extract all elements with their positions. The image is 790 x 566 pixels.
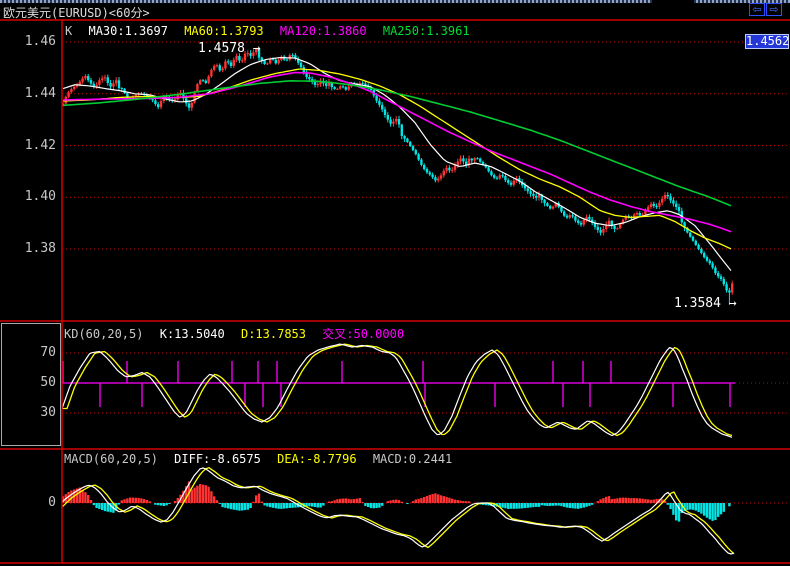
ma30-value: MA30:1.3697: [88, 24, 167, 38]
ma60-value: MA60:1.3793: [184, 24, 263, 38]
macd-hist-value: MACD:0.2441: [373, 452, 452, 466]
ma-header: K MA30:1.3697 MA60:1.3793 MA120:1.3860 M…: [65, 24, 479, 38]
kd-plot: [62, 344, 790, 437]
macd-plot: [62, 468, 790, 554]
chart-canvas[interactable]: [0, 0, 790, 566]
current-price-badge: 1.4562: [745, 34, 789, 49]
ma-lines: [63, 58, 731, 271]
price-tick-1.42: 1.42: [0, 138, 56, 153]
ma250-value: MA250:1.3961: [383, 24, 470, 38]
macd-dea-value: DEA:-8.7796: [277, 452, 356, 466]
trading-app-window: 欧元美元(EURUSD)<60分> ⇦ ⇨ K MA30:1.3697 MA60…: [0, 0, 790, 566]
price-tick-1.46: 1.46: [0, 34, 56, 49]
kd-tick-50: 50: [0, 375, 56, 390]
low-price-annotation: 1.3584 →: [674, 296, 737, 311]
kd-tick-70: 70: [0, 345, 56, 360]
ma120-value: MA120:1.3860: [280, 24, 367, 38]
kline-label: K: [65, 24, 72, 38]
price-tick-1.44: 1.44: [0, 86, 56, 101]
macd-name: MACD(60,20,5): [64, 452, 158, 466]
kd-d-value: D:13.7853: [241, 327, 306, 341]
price-tick-1.38: 1.38: [0, 241, 56, 256]
kd-tick-30: 30: [0, 405, 56, 420]
macd-tick-zero: 0: [0, 495, 56, 510]
kd-cross-value: 交叉:50.0000: [322, 327, 404, 341]
candles: [62, 48, 734, 305]
kd-header: KD(60,20,5) K:13.5040 D:13.7853 交叉:50.00…: [64, 325, 413, 342]
kd-name: KD(60,20,5): [64, 327, 143, 341]
high-price-annotation: 1.4578 →: [198, 41, 261, 56]
arrow-right-icon: →: [729, 296, 737, 311]
macd-header: MACD(60,20,5) DIFF:-8.6575 DEA:-8.7796 M…: [64, 452, 461, 466]
kd-k-value: K:13.5040: [160, 327, 225, 341]
price-tick-1.40: 1.40: [0, 189, 56, 204]
arrow-right-icon: →: [253, 41, 261, 56]
macd-diff-value: DIFF:-8.6575: [174, 452, 261, 466]
